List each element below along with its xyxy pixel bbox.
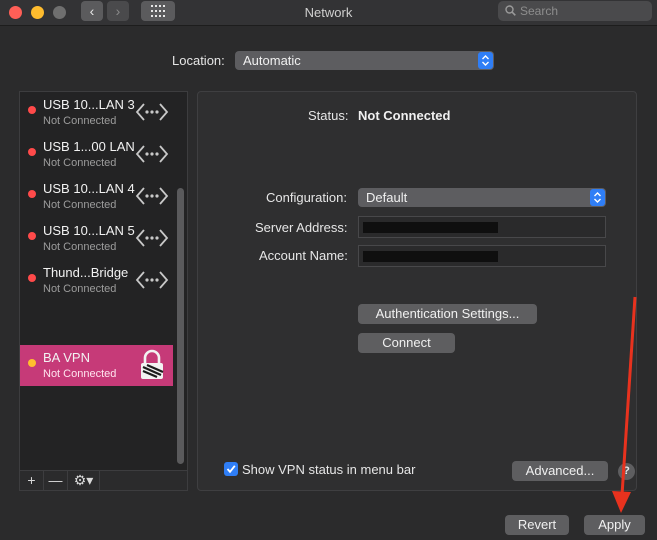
show-vpn-status-label[interactable]: Show VPN status in menu bar xyxy=(242,462,415,477)
status-dot xyxy=(28,106,36,114)
advanced-button[interactable]: Advanced... xyxy=(512,461,608,481)
revert-button[interactable]: Revert xyxy=(505,515,569,535)
location-value: Automatic xyxy=(243,53,301,68)
service-list: USB 10...LAN 3 Not Connected USB 1...00 … xyxy=(19,91,188,471)
configuration-value: Default xyxy=(366,190,408,205)
status-dot xyxy=(28,274,36,282)
status-label: Status: xyxy=(308,108,349,123)
search-field[interactable] xyxy=(498,1,652,21)
service-name: USB 10...LAN 5 xyxy=(43,223,135,238)
status-dot xyxy=(28,232,36,240)
service-item[interactable]: USB 1...00 LAN Not Connected xyxy=(20,134,173,176)
service-status: Not Connected xyxy=(43,199,117,211)
service-name: BA VPN xyxy=(43,350,90,365)
account-name-label: Account Name: xyxy=(259,248,348,263)
updown-arrows-icon xyxy=(478,52,493,69)
service-item-selected[interactable]: BA VPN Not Connected xyxy=(20,345,173,386)
service-status: Not Connected xyxy=(43,241,117,253)
service-name: USB 10...LAN 3 xyxy=(43,97,135,112)
service-name: USB 10...LAN 4 xyxy=(43,181,135,196)
service-item[interactable]: USB 10...LAN 4 Not Connected xyxy=(20,176,173,218)
remove-service-button[interactable]: — xyxy=(44,471,68,490)
ethernet-arrows-icon xyxy=(135,271,169,289)
ethernet-arrows-icon xyxy=(135,229,169,247)
apply-button[interactable]: Apply xyxy=(584,515,645,535)
service-status: Not Connected xyxy=(43,157,117,169)
redacted-value xyxy=(363,251,498,262)
service-status: Not Connected xyxy=(43,115,117,127)
redacted-value xyxy=(363,222,498,233)
status-dot xyxy=(28,359,36,367)
configuration-label: Configuration: xyxy=(266,190,347,205)
service-name: Thund...Bridge xyxy=(43,265,129,280)
status-dot xyxy=(28,148,36,156)
ethernet-arrows-icon xyxy=(135,145,169,163)
location-label: Location: xyxy=(172,53,225,68)
service-actions-menu[interactable]: ⚙▾ xyxy=(68,471,100,490)
service-item[interactable]: USB 10...LAN 3 Not Connected xyxy=(20,92,173,134)
location-popup[interactable]: Automatic xyxy=(235,51,494,70)
configuration-popup[interactable]: Default xyxy=(358,188,606,207)
authentication-settings-button[interactable]: Authentication Settings... xyxy=(358,304,537,324)
service-name: USB 1...00 LAN xyxy=(43,139,135,154)
status-dot xyxy=(28,190,36,198)
service-status: Not Connected xyxy=(43,368,117,380)
search-icon xyxy=(505,5,516,16)
search-input[interactable] xyxy=(520,2,648,20)
updown-arrows-icon xyxy=(590,189,605,206)
service-list-toolbar: + — ⚙▾ xyxy=(19,471,188,491)
vpn-lock-icon xyxy=(141,349,164,379)
title-bar: ‹ › Network xyxy=(0,0,657,26)
checkmark-icon xyxy=(226,465,236,474)
server-address-label: Server Address: xyxy=(255,220,348,235)
detail-pane xyxy=(197,91,637,491)
account-name-field[interactable] xyxy=(358,245,606,267)
ethernet-arrows-icon xyxy=(135,187,169,205)
add-service-button[interactable]: + xyxy=(20,471,44,490)
connect-button[interactable]: Connect xyxy=(358,333,455,353)
server-address-field[interactable] xyxy=(358,216,606,238)
service-item[interactable]: USB 10...LAN 5 Not Connected xyxy=(20,218,173,260)
show-vpn-status-checkbox[interactable] xyxy=(224,462,238,476)
scrollbar-thumb[interactable] xyxy=(177,188,184,464)
service-item[interactable]: Thund...Bridge Not Connected xyxy=(20,260,173,302)
service-status: Not Connected xyxy=(43,283,117,295)
help-button[interactable]: ? xyxy=(618,463,635,480)
status-value: Not Connected xyxy=(358,108,451,123)
ethernet-arrows-icon xyxy=(135,103,169,121)
